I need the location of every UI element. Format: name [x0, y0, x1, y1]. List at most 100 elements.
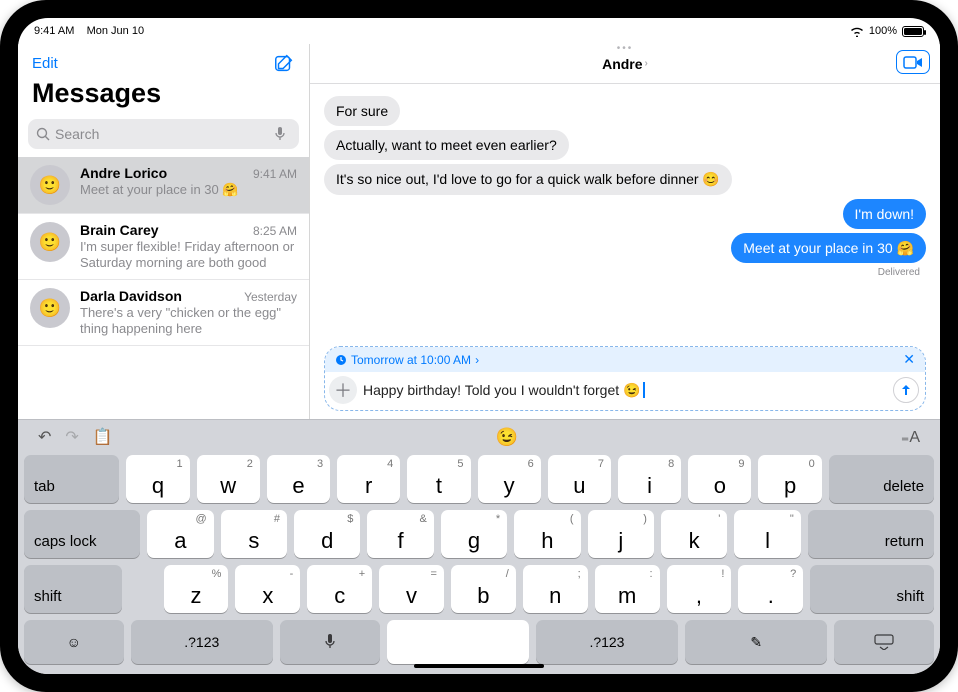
key-shift-left[interactable]: shift: [24, 565, 122, 613]
message-scroll[interactable]: For sure Actually, want to meet even earl…: [310, 84, 940, 336]
wifi-icon: [850, 26, 864, 37]
conversation-name: Darla Davidson: [80, 288, 182, 304]
conversation-time: 9:41 AM: [253, 167, 297, 181]
key-shift-right[interactable]: shift: [810, 565, 934, 613]
key-i[interactable]: 8i: [618, 455, 681, 503]
status-date: Mon Jun 10: [87, 25, 144, 37]
key-,[interactable]: !,: [667, 565, 732, 613]
message-bubble[interactable]: Actually, want to meet even earlier?: [324, 130, 569, 160]
message-row: Meet at your place in 30 🤗: [324, 233, 926, 263]
send-up-icon: [899, 383, 913, 397]
sidebar-title: Messages: [18, 78, 309, 115]
key-capslock[interactable]: caps lock: [24, 510, 140, 558]
key-u[interactable]: 7u: [548, 455, 611, 503]
sidebar: Edit Messages Search 🙂 Andre Lorico 9:41…: [18, 44, 310, 419]
key-handwriting[interactable]: ✎: [685, 620, 827, 664]
key-h[interactable]: (h: [514, 510, 580, 558]
key-q[interactable]: 1q: [126, 455, 189, 503]
status-time-date: 9:41 AM Mon Jun 10: [34, 25, 144, 37]
clock-icon: [335, 354, 347, 366]
message-bubble[interactable]: Meet at your place in 30 🤗: [731, 233, 926, 263]
key-return[interactable]: return: [808, 510, 934, 558]
key-e[interactable]: 3e: [267, 455, 330, 503]
conversation-time: 8:25 AM: [253, 224, 297, 238]
avatar: 🙂: [30, 288, 70, 328]
message-bubble[interactable]: I'm down!: [843, 199, 926, 229]
keyboard: ↶ ↷ 📋 😉 ₌A tab 1q2w3e4r5t6y7u8i9o0pdelet…: [18, 419, 940, 674]
edit-button[interactable]: Edit: [32, 55, 58, 72]
schedule-strip[interactable]: Tomorrow at 10:00 AM › ✕: [325, 347, 925, 372]
key-k[interactable]: 'k: [661, 510, 727, 558]
mic-icon[interactable]: [274, 126, 286, 142]
status-bar: 9:41 AM Mon Jun 10 100%: [18, 18, 940, 44]
key-f[interactable]: &f: [367, 510, 433, 558]
more-handle-icon[interactable]: •••: [617, 43, 634, 54]
conversation-preview: I'm super flexible! Friday afternoon or …: [80, 239, 297, 271]
attach-button[interactable]: ＋: [329, 376, 357, 404]
compose-draft-text: Happy birthday! Told you I wouldn't forg…: [363, 382, 640, 399]
key-z[interactable]: %z: [164, 565, 229, 613]
conversation-list-item[interactable]: 🙂 Andre Lorico 9:41 AM Meet at your plac…: [18, 157, 309, 214]
key-r[interactable]: 4r: [337, 455, 400, 503]
conversation-list-item[interactable]: 🙂 Brain Carey 8:25 AM I'm super flexible…: [18, 214, 309, 280]
key-m[interactable]: :m: [595, 565, 660, 613]
key-w[interactable]: 2w: [197, 455, 260, 503]
key-p[interactable]: 0p: [758, 455, 821, 503]
key-s[interactable]: #s: [221, 510, 287, 558]
key-emoji[interactable]: ☺: [24, 620, 124, 664]
battery-icon: [902, 26, 924, 37]
key-y[interactable]: 6y: [478, 455, 541, 503]
home-indicator[interactable]: [414, 664, 544, 668]
key-c[interactable]: +c: [307, 565, 372, 613]
conversation-title-text: Andre: [602, 56, 642, 72]
emoji-suggestion[interactable]: 😉: [496, 427, 518, 448]
key-numeric-right[interactable]: .?123: [536, 620, 678, 664]
text-caret: [643, 382, 645, 398]
text-format-icon[interactable]: ₌A: [901, 427, 920, 447]
schedule-label: Tomorrow at 10:00 AM: [351, 353, 471, 367]
battery-percent: 100%: [869, 25, 897, 37]
clipboard-icon[interactable]: 📋: [93, 427, 113, 447]
key-l[interactable]: "l: [734, 510, 800, 558]
key-n[interactable]: ;n: [523, 565, 588, 613]
key-j[interactable]: )j: [588, 510, 654, 558]
key-numeric-left[interactable]: .?123: [131, 620, 273, 664]
facetime-icon: [903, 56, 923, 69]
key-v[interactable]: =v: [379, 565, 444, 613]
key-b[interactable]: /b: [451, 565, 516, 613]
avatar: 🙂: [30, 165, 70, 205]
conversation-title[interactable]: Andre ›: [602, 56, 648, 72]
conversation-header: ••• Andre ›: [310, 44, 940, 84]
conversation-list-item[interactable]: 🙂 Darla Davidson Yesterday There's a ver…: [18, 280, 309, 346]
conversation-preview: There's a very "chicken or the egg" thin…: [80, 305, 297, 337]
delivered-label: Delivered: [324, 267, 920, 278]
key-o[interactable]: 9o: [688, 455, 751, 503]
key-.[interactable]: ?.: [738, 565, 803, 613]
key-dictate[interactable]: [280, 620, 380, 664]
key-space[interactable]: [387, 620, 529, 664]
search-icon: [36, 127, 50, 141]
message-row: For sure: [324, 96, 926, 126]
keyboard-toolbar: ↶ ↷ 📋 😉 ₌A: [24, 426, 934, 448]
undo-icon[interactable]: ↶: [38, 427, 51, 447]
compose-area: Tomorrow at 10:00 AM › ✕ ＋ Happy birthda…: [324, 346, 926, 411]
key-a[interactable]: @a: [147, 510, 213, 558]
key-x[interactable]: -x: [235, 565, 300, 613]
search-input[interactable]: Search: [28, 119, 299, 149]
compose-icon[interactable]: [273, 52, 295, 74]
facetime-button[interactable]: [896, 50, 930, 74]
key-d[interactable]: $d: [294, 510, 360, 558]
key-hide-keyboard[interactable]: [834, 620, 934, 664]
message-bubble[interactable]: For sure: [324, 96, 400, 126]
message-bubble[interactable]: It's so nice out, I'd love to go for a q…: [324, 164, 732, 194]
send-button[interactable]: [893, 377, 919, 403]
close-icon[interactable]: ✕: [903, 351, 915, 368]
key-g[interactable]: *g: [441, 510, 507, 558]
conversation-name: Andre Lorico: [80, 165, 167, 181]
search-placeholder: Search: [55, 126, 99, 142]
key-tab[interactable]: tab: [24, 455, 119, 503]
compose-input[interactable]: Happy birthday! Told you I wouldn't forg…: [363, 382, 887, 399]
redo-icon[interactable]: ↷: [65, 427, 78, 447]
key-t[interactable]: 5t: [407, 455, 470, 503]
key-delete[interactable]: delete: [829, 455, 934, 503]
